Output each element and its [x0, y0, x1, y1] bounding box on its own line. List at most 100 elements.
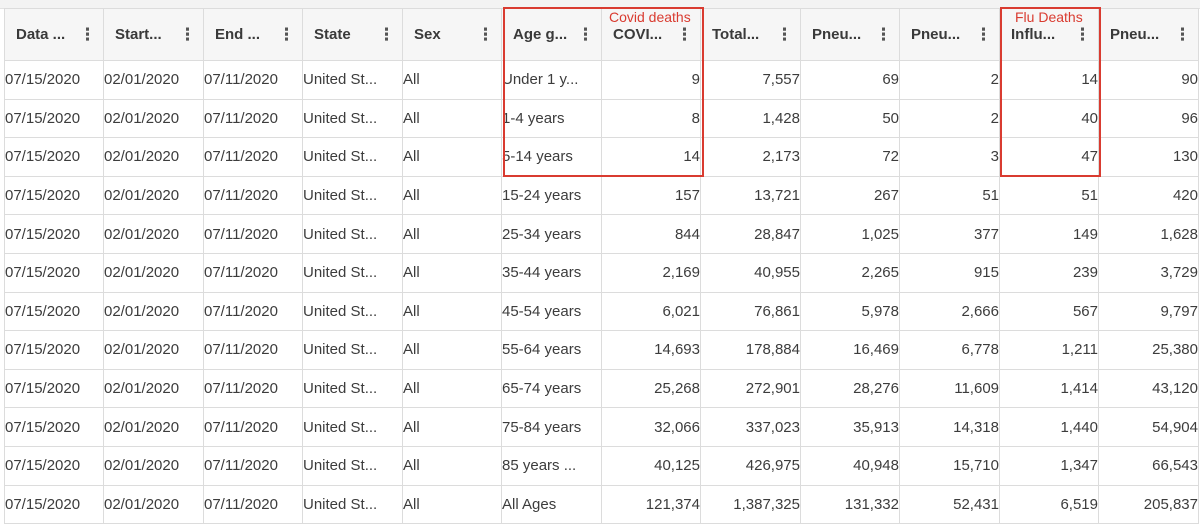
table-cell[interactable]: 420	[1098, 175, 1199, 216]
table-cell[interactable]: 25,268	[601, 368, 701, 409]
table-cell[interactable]: 02/01/2020	[103, 407, 204, 447]
table-cell[interactable]: All	[402, 137, 502, 177]
table-cell[interactable]: 02/01/2020	[103, 137, 204, 177]
table-cell[interactable]: 377	[899, 214, 1000, 254]
more-vertical-icon[interactable]: ⋮	[179, 26, 196, 43]
table-cell[interactable]: United St...	[302, 214, 403, 254]
table-cell[interactable]: 07/11/2020	[203, 407, 303, 447]
table-cell[interactable]: 69	[800, 60, 900, 100]
table-cell[interactable]: United St...	[302, 252, 403, 293]
table-cell[interactable]: 2,173	[700, 137, 801, 177]
table-cell[interactable]: 45-54 years	[501, 291, 602, 332]
table-cell[interactable]: 2,265	[800, 252, 900, 293]
table-cell[interactable]: United St...	[302, 407, 403, 447]
table-cell[interactable]: All	[402, 214, 502, 254]
table-cell[interactable]: 205,837	[1098, 484, 1199, 525]
table-cell[interactable]: 2,666	[899, 291, 1000, 332]
table-row[interactable]: 07/15/2020 02/01/2020 07/11/2020 United St.…	[4, 484, 1199, 525]
table-cell[interactable]: 07/15/2020	[4, 60, 104, 100]
table-cell[interactable]: 72	[800, 137, 900, 177]
table-cell[interactable]: 2,169	[601, 252, 701, 293]
table-cell[interactable]: 02/01/2020	[103, 60, 204, 100]
table-cell[interactable]: 16,469	[800, 330, 900, 370]
column-header-2[interactable]: End ... ⋮	[203, 8, 303, 61]
table-cell[interactable]: 267	[800, 175, 900, 216]
more-vertical-icon[interactable]: ⋮	[875, 26, 892, 43]
table-cell[interactable]: 76,861	[700, 291, 801, 332]
table-cell[interactable]: 1,440	[999, 407, 1099, 447]
table-cell[interactable]: 07/15/2020	[4, 175, 104, 216]
table-cell[interactable]: 07/15/2020	[4, 368, 104, 409]
table-cell[interactable]: All Ages	[501, 484, 602, 525]
more-vertical-icon[interactable]: ⋮	[776, 26, 793, 43]
table-cell[interactable]: 07/15/2020	[4, 407, 104, 447]
table-cell[interactable]: 131,332	[800, 484, 900, 525]
column-header-7[interactable]: Total... ⋮	[700, 8, 801, 61]
table-cell[interactable]: 6,778	[899, 330, 1000, 370]
more-vertical-icon[interactable]: ⋮	[676, 26, 693, 43]
table-cell[interactable]: Under 1 y...	[501, 60, 602, 100]
table-cell[interactable]: 15-24 years	[501, 175, 602, 216]
more-vertical-icon[interactable]: ⋮	[378, 26, 395, 43]
table-cell[interactable]: 75-84 years	[501, 407, 602, 447]
table-cell[interactable]: 567	[999, 291, 1099, 332]
more-vertical-icon[interactable]: ⋮	[477, 26, 494, 43]
table-cell[interactable]: 130	[1098, 137, 1199, 177]
more-vertical-icon[interactable]: ⋮	[79, 26, 96, 43]
table-cell[interactable]: 02/01/2020	[103, 98, 204, 139]
table-cell[interactable]: United St...	[302, 137, 403, 177]
column-header-9[interactable]: Pneu... ⋮	[899, 8, 1000, 61]
more-vertical-icon[interactable]: ⋮	[1174, 26, 1191, 43]
table-cell[interactable]: 07/11/2020	[203, 214, 303, 254]
table-cell[interactable]: 157	[601, 175, 701, 216]
table-cell[interactable]: 50	[800, 98, 900, 139]
table-cell[interactable]: 915	[899, 252, 1000, 293]
table-cell[interactable]: 65-74 years	[501, 368, 602, 409]
table-cell[interactable]: 07/11/2020	[203, 252, 303, 293]
table-cell[interactable]: 14,693	[601, 330, 701, 370]
table-cell[interactable]: 07/11/2020	[203, 137, 303, 177]
table-cell[interactable]: 1-4 years	[501, 98, 602, 139]
table-cell[interactable]: 14,318	[899, 407, 1000, 447]
table-cell[interactable]: 5-14 years	[501, 137, 602, 177]
table-cell[interactable]: 40,948	[800, 445, 900, 486]
table-cell[interactable]: 40,955	[700, 252, 801, 293]
table-cell[interactable]: 40	[999, 98, 1099, 139]
table-cell[interactable]: 28,276	[800, 368, 900, 409]
table-row[interactable]: 07/15/2020 02/01/2020 07/11/2020 United St.…	[4, 368, 1199, 409]
table-cell[interactable]: 5,978	[800, 291, 900, 332]
table-cell[interactable]: 3,729	[1098, 252, 1199, 293]
table-cell[interactable]: 9,797	[1098, 291, 1199, 332]
table-cell[interactable]: 3	[899, 137, 1000, 177]
table-cell[interactable]: 66,543	[1098, 445, 1199, 486]
table-cell[interactable]: 07/11/2020	[203, 291, 303, 332]
table-cell[interactable]: 55-64 years	[501, 330, 602, 370]
table-cell[interactable]: 02/01/2020	[103, 368, 204, 409]
table-cell[interactable]: 1,387,325	[700, 484, 801, 525]
table-cell[interactable]: 337,023	[700, 407, 801, 447]
table-cell[interactable]: 07/11/2020	[203, 368, 303, 409]
table-cell[interactable]: 07/15/2020	[4, 214, 104, 254]
table-row[interactable]: 07/15/2020 02/01/2020 07/11/2020 United St.…	[4, 407, 1199, 447]
table-cell[interactable]: 35,913	[800, 407, 900, 447]
table-cell[interactable]: 07/15/2020	[4, 330, 104, 370]
table-cell[interactable]: 02/01/2020	[103, 445, 204, 486]
table-cell[interactable]: 121,374	[601, 484, 701, 525]
table-cell[interactable]: 1,211	[999, 330, 1099, 370]
column-header-11[interactable]: Pneu... ⋮	[1098, 8, 1199, 61]
table-cell[interactable]: United St...	[302, 368, 403, 409]
table-cell[interactable]: 1,347	[999, 445, 1099, 486]
column-header-8[interactable]: Pneu... ⋮	[800, 8, 900, 61]
table-cell[interactable]: All	[402, 330, 502, 370]
table-cell[interactable]: United St...	[302, 484, 403, 525]
table-cell[interactable]: United St...	[302, 175, 403, 216]
table-row[interactable]: 07/15/2020 02/01/2020 07/11/2020 United St.…	[4, 291, 1199, 332]
table-cell[interactable]: 14	[601, 137, 701, 177]
table-cell[interactable]: 07/11/2020	[203, 175, 303, 216]
table-cell[interactable]: 14	[999, 60, 1099, 100]
table-cell[interactable]: 9	[601, 60, 701, 100]
table-row[interactable]: 07/15/2020 02/01/2020 07/11/2020 United St.…	[4, 175, 1199, 216]
table-cell[interactable]: 07/11/2020	[203, 330, 303, 370]
table-cell[interactable]: 7,557	[700, 60, 801, 100]
table-cell[interactable]: 844	[601, 214, 701, 254]
